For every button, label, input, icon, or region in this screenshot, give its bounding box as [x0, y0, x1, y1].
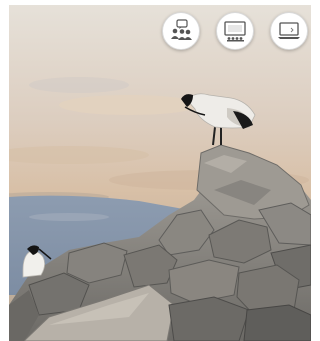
cloud: [29, 77, 129, 93]
laptop-view-button[interactable]: [270, 12, 308, 50]
audience-view-button[interactable]: [216, 12, 254, 50]
rock: [243, 304, 311, 341]
laptop-icon: [278, 22, 300, 39]
app-frame: [0, 0, 311, 341]
view-mode-toolbar: [162, 12, 308, 50]
group-meeting-icon: [171, 19, 192, 40]
bird-photo: [9, 5, 311, 341]
group-meeting-button[interactable]: [162, 12, 200, 50]
cloud: [59, 95, 199, 115]
photo-viewport: [9, 5, 311, 341]
water-glint: [29, 213, 109, 221]
audience-screen-icon: [224, 21, 246, 42]
